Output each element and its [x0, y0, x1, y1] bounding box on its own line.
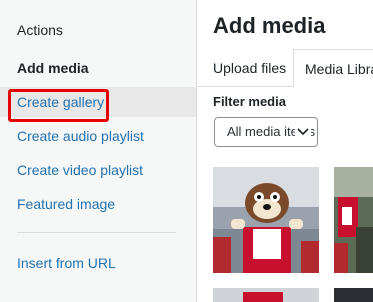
media-thumbnail[interactable] — [334, 288, 373, 302]
media-photo-image — [334, 167, 373, 273]
media-thumbnail[interactable] — [213, 288, 319, 302]
sidebar-item-create-video-playlist[interactable]: Create video playlist — [0, 155, 196, 185]
page-title: Add media — [213, 13, 326, 38]
actions-sidebar: Actions Add media Create gallery Create … — [0, 0, 197, 302]
add-media-modal: Actions Add media Create gallery Create … — [0, 0, 373, 302]
highlight-annotation-box — [8, 89, 109, 122]
sidebar-divider — [17, 232, 176, 233]
mascot-photo-image — [213, 167, 319, 273]
sidebar-item-add-media[interactable]: Add media — [0, 53, 196, 83]
sidebar-item-label: Create video playlist — [17, 162, 144, 178]
media-photo-image — [213, 288, 319, 302]
sidebar-item-insert-from-url[interactable]: Insert from URL — [0, 248, 196, 278]
sidebar-heading: Actions — [17, 22, 63, 38]
sidebar-item-create-audio-playlist[interactable]: Create audio playlist — [0, 121, 196, 151]
media-photo-image — [334, 288, 373, 302]
chevron-down-icon — [295, 118, 311, 146]
tab-upload-files[interactable]: Upload files — [213, 49, 286, 87]
tab-media-library[interactable]: Media Library — [293, 49, 373, 87]
media-type-filter-select[interactable]: All media items — [214, 117, 318, 147]
sidebar-item-featured-image[interactable]: Featured image — [0, 189, 196, 219]
sidebar-item-label: Add media — [17, 60, 89, 76]
media-thumbnail[interactable] — [213, 167, 319, 273]
sidebar-item-label: Featured image — [17, 196, 116, 212]
filter-label: Filter media — [213, 94, 286, 109]
sidebar-item-label: Insert from URL — [17, 255, 116, 271]
sidebar-item-label: Create audio playlist — [17, 128, 144, 144]
main-panel: Add media Upload files Media Library Fil… — [198, 0, 373, 302]
media-thumbnail[interactable] — [334, 167, 373, 273]
